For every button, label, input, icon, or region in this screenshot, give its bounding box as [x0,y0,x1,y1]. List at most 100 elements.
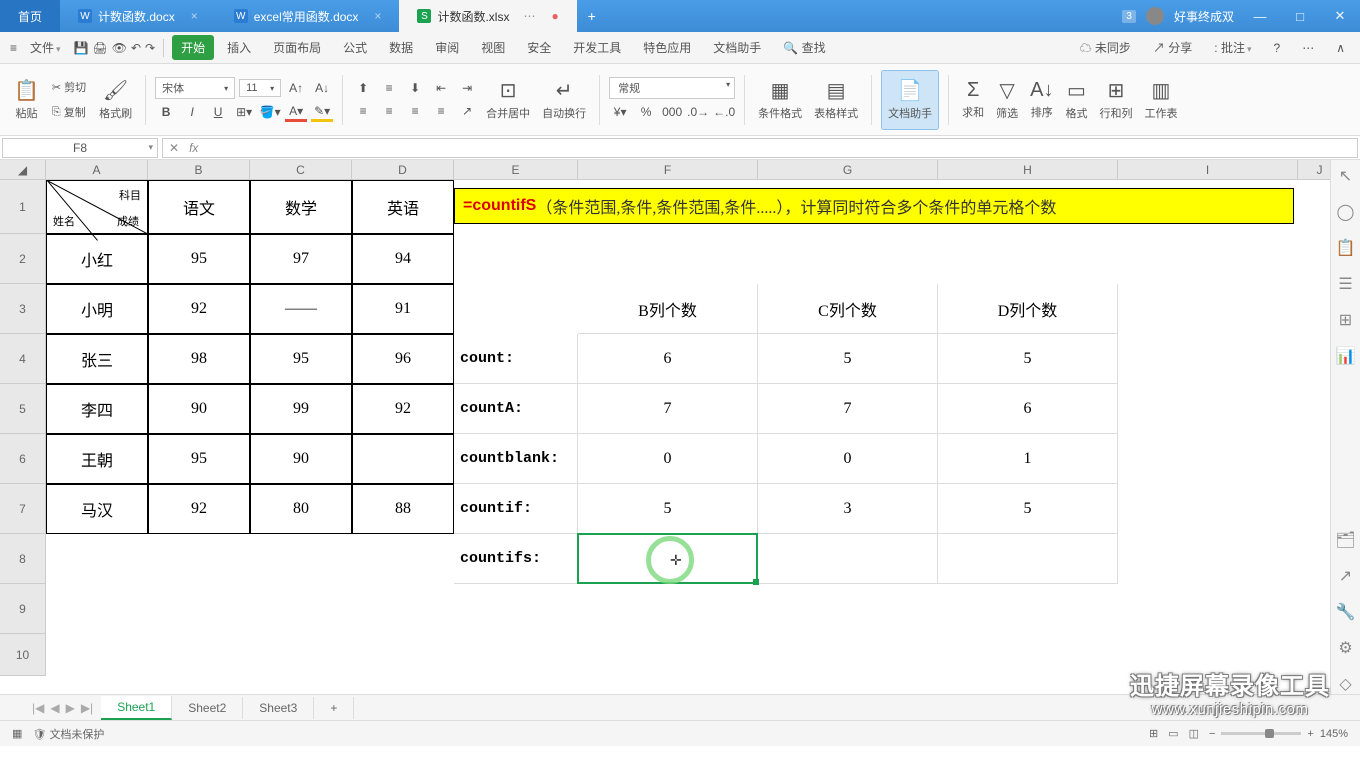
row-header[interactable]: 9 [0,584,46,634]
copy-button[interactable]: ⎘ 复制 [47,101,91,123]
menu-dochelper[interactable]: 文档助手 [704,35,770,60]
cell[interactable]: 0 [758,434,938,484]
cell[interactable]: 5 [938,484,1118,534]
row-header[interactable]: 5 [0,384,46,434]
cell[interactable]: 90 [250,434,352,484]
print-icon[interactable]: 🖨 [93,41,108,55]
notif-badge[interactable]: 3 [1122,10,1136,23]
col-header[interactable]: C [250,160,352,180]
property-icon[interactable]: ☰ [1338,274,1352,294]
cell[interactable]: 97 [250,234,352,284]
avatar[interactable] [1146,7,1164,25]
col-header[interactable]: G [758,160,938,180]
cond-format[interactable]: ▦条件格式 [754,70,806,130]
cell[interactable]: 数学 [250,180,352,234]
add-sheet-button[interactable]: + [314,697,354,719]
tool-icon[interactable]: 🔧 [1336,602,1356,622]
share-button[interactable]: ↗ 分享 [1148,35,1197,60]
menu-insert[interactable]: 插入 [218,35,260,60]
export-icon[interactable]: ↗ [1339,566,1352,586]
cell[interactable]: 7 [758,384,938,434]
doc-helper[interactable]: 📄文档助手 [881,70,939,130]
cell[interactable]: 92 [148,284,250,334]
zoom-control[interactable]: − + 145% [1209,728,1348,740]
preview-icon[interactable]: 👁 [112,41,127,55]
cell[interactable]: 92 [352,384,454,434]
cell[interactable]: 李四 [46,384,148,434]
cell[interactable]: 5 [758,334,938,384]
cell[interactable]: 小红 [46,234,148,284]
sheet-tab-1[interactable]: Sheet1 [101,696,172,720]
align-bot[interactable]: ⬇ [404,78,426,98]
sheet-nav[interactable]: |◀◀▶▶| [30,701,95,715]
font-color[interactable]: A▾ [285,102,307,122]
name-box[interactable]: F8 [2,138,158,158]
zoom-out[interactable]: − [1209,728,1215,740]
cancel-icon[interactable]: ✕ [169,141,179,155]
col-header[interactable]: D [352,160,454,180]
row-header[interactable]: 10 [0,634,46,676]
tab-menu-icon[interactable]: ⋯ [523,9,535,23]
file-menu[interactable]: 文件▾ [21,35,70,60]
cell[interactable]: 小明 [46,284,148,334]
format-button[interactable]: ▭格式 [1061,70,1091,130]
menu-security[interactable]: 安全 [518,35,560,60]
cell[interactable] [938,534,1118,584]
cell[interactable]: 99 [250,384,352,434]
spreadsheet-grid[interactable]: ◢ABCDEFGHIJ 12345678910 科目姓名成绩语文数学英语小红95… [0,160,1360,694]
font-name-input[interactable]: 宋体▾ [155,77,235,99]
number-format[interactable]: 常规 [609,77,735,99]
col-header[interactable]: E [454,160,578,180]
dec-font[interactable]: A↓ [311,78,333,98]
new-tab-button[interactable]: + [577,8,607,24]
doc-tab-2[interactable]: S计数函数.xlsx⋯● [399,0,576,32]
col-header[interactable]: A [46,160,148,180]
menu-search[interactable]: 🔍 查找 [774,35,834,60]
dec-dec[interactable]: ←.0 [713,102,735,122]
percent[interactable]: % [635,102,657,122]
cell[interactable]: 95 [148,234,250,284]
sum-button[interactable]: Σ求和 [958,70,988,130]
sheet-tab-3[interactable]: Sheet3 [243,697,314,719]
more-menu[interactable]: ⋯ [1297,37,1319,59]
menu-devtools[interactable]: 开发工具 [564,35,630,60]
row-header[interactable]: 2 [0,234,46,284]
sort-button[interactable]: A↓排序 [1026,70,1057,130]
col-header[interactable]: I [1118,160,1298,180]
underline[interactable]: U [207,102,229,122]
rowcol-button[interactable]: ⊞行和列 [1095,70,1136,130]
merge-button[interactable]: ⊡合并居中 [482,70,534,130]
cell[interactable]: C列个数 [758,284,938,334]
settings-icon[interactable]: ⚙ [1338,638,1352,658]
close-window-button[interactable]: ✕ [1320,0,1360,32]
cell[interactable]: B列个数 [578,284,758,334]
table-style[interactable]: ▤表格样式 [810,70,862,130]
cell[interactable]: 90 [148,384,250,434]
col-header[interactable]: H [938,160,1118,180]
cell[interactable]: 科目姓名成绩 [46,180,148,234]
indent-inc[interactable]: ⇥ [456,78,478,98]
cell[interactable]: 91 [352,284,454,334]
close-icon[interactable]: × [374,9,381,23]
row-header[interactable]: 6 [0,434,46,484]
view-normal-icon[interactable]: ⊞ [1149,727,1158,740]
cell[interactable]: 语文 [148,180,250,234]
cut-button[interactable]: ✂ 剪切 [47,76,91,98]
currency[interactable]: ¥▾ [609,102,631,122]
cell[interactable]: countA: [454,384,578,434]
italic[interactable]: I [181,102,203,122]
zoom-in[interactable]: + [1307,728,1313,740]
cell[interactable]: 马汉 [46,484,148,534]
cell[interactable]: 王朝 [46,434,148,484]
sync-button[interactable]: ☁ 未同步 [1075,35,1136,60]
maximize-button[interactable]: □ [1280,0,1320,32]
cell[interactable]: 英语 [352,180,454,234]
menu-feature[interactable]: 特色应用 [634,35,700,60]
cell[interactable]: 5 [938,334,1118,384]
cursor-tool-icon[interactable]: ↖ [1339,166,1352,186]
comment-button[interactable]: : 批注▾ [1209,35,1256,60]
align-center[interactable]: ≡ [378,101,400,121]
menu-formula[interactable]: 公式 [334,35,376,60]
inc-font[interactable]: A↑ [285,78,307,98]
cell[interactable]: 7 [578,384,758,434]
